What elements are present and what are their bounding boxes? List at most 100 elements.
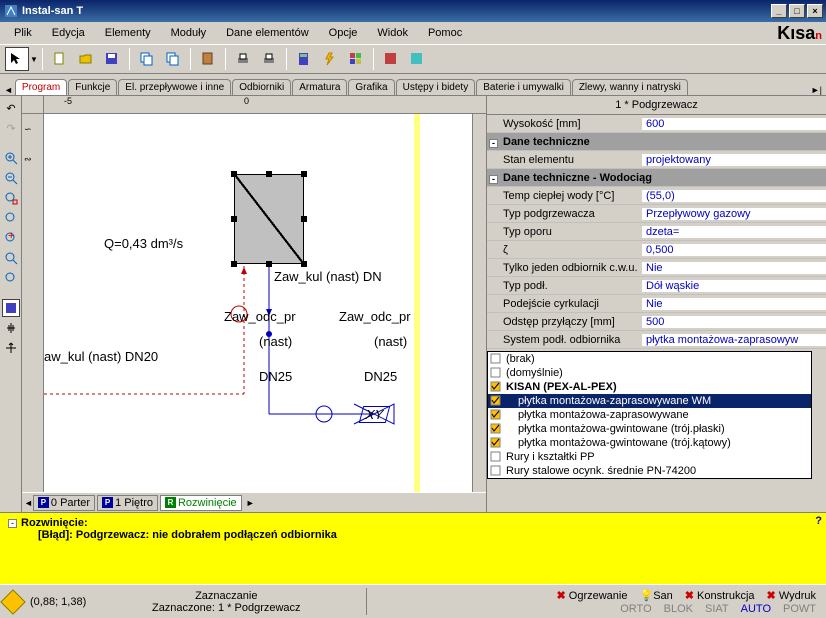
copy2-button[interactable] bbox=[161, 47, 185, 71]
tab-program[interactable]: Program bbox=[15, 79, 67, 95]
stab-wydruk[interactable]: ✖ Wydruk bbox=[762, 588, 821, 603]
mini-blok[interactable]: BLOK bbox=[664, 603, 693, 615]
flash-button[interactable] bbox=[318, 47, 342, 71]
tab-odbiorniki[interactable]: Odbiorniki bbox=[232, 79, 291, 95]
redo-button[interactable]: ↷ bbox=[2, 119, 20, 137]
stab-ogrzewanie[interactable]: ✖ Ogrzewanie bbox=[552, 588, 633, 603]
zoom-fit-button[interactable] bbox=[2, 209, 20, 227]
dropdown-item-2[interactable]: KISAN (PEX-AL-PEX) bbox=[488, 380, 811, 394]
prop-row-3[interactable]: -Dane techniczne - Wodociąg bbox=[487, 169, 826, 187]
dropdown-item-6[interactable]: płytka montażowa-gwintowane (trój.kątowy… bbox=[488, 436, 811, 450]
prop-row-11[interactable]: Odstęp przyłączy [mm]500 bbox=[487, 313, 826, 331]
open-button[interactable] bbox=[74, 47, 98, 71]
pointer-tool[interactable] bbox=[5, 47, 29, 71]
floor-tab-1[interactable]: P1 Piętro bbox=[97, 495, 158, 511]
copy-button[interactable] bbox=[135, 47, 159, 71]
selected-element[interactable] bbox=[234, 174, 304, 264]
dropdown-item-5[interactable]: płytka montażowa-gwintowane (trój.płaski… bbox=[488, 422, 811, 436]
grid-button[interactable] bbox=[344, 47, 368, 71]
tab-funkcje[interactable]: Funkcje bbox=[68, 79, 117, 95]
maximize-button[interactable]: □ bbox=[789, 4, 805, 18]
dropdown-item-1[interactable]: (domyślnie) bbox=[488, 366, 811, 380]
label-zaw-odc2: Zaw_odc_pr bbox=[339, 309, 411, 324]
help-icon[interactable]: ? bbox=[815, 515, 822, 527]
floor-tab-0[interactable]: P0 Parter bbox=[33, 495, 95, 511]
menu-moduly[interactable]: Moduły bbox=[161, 25, 216, 41]
prop-row-2[interactable]: Stan elementuprojektowany bbox=[487, 151, 826, 169]
stab-san[interactable]: 💡San bbox=[634, 588, 677, 603]
prop-row-5[interactable]: Typ podgrzewaczaPrzepływowy gazowy bbox=[487, 205, 826, 223]
stab-konstrukcja[interactable]: ✖ Konstrukcja bbox=[680, 588, 760, 603]
tool-a[interactable] bbox=[379, 47, 403, 71]
ruler-vertical: ∽ ∾ bbox=[22, 114, 44, 492]
prop-row-6[interactable]: Typ oporudzeta= bbox=[487, 223, 826, 241]
menu-bar: Plik Edycja Elementy Moduły Dane element… bbox=[0, 22, 826, 44]
print2-button[interactable] bbox=[257, 47, 281, 71]
zoom-in-button[interactable] bbox=[2, 149, 20, 167]
window-title: Instal-san T bbox=[22, 5, 769, 17]
floor-tab-2[interactable]: RRozwinięcie bbox=[160, 495, 242, 511]
menu-opcje[interactable]: Opcje bbox=[319, 25, 368, 41]
new-button[interactable] bbox=[48, 47, 72, 71]
calc-button[interactable] bbox=[292, 47, 316, 71]
mini-siat[interactable]: SIAT bbox=[705, 603, 729, 615]
move-button[interactable] bbox=[2, 339, 20, 357]
paste-button[interactable] bbox=[196, 47, 220, 71]
menu-pomoc[interactable]: Pomoc bbox=[418, 25, 472, 41]
layer-button[interactable] bbox=[2, 299, 20, 317]
prop-row-10[interactable]: Podejście cyrkulacjiNie bbox=[487, 295, 826, 313]
prop-row-12[interactable]: System podł. odbiornikapłytka montażowa-… bbox=[487, 331, 826, 349]
undo-button[interactable]: ↶ bbox=[2, 99, 20, 117]
floor-nav-left[interactable]: ◄ bbox=[24, 498, 33, 508]
mini-orto[interactable]: ORTO bbox=[620, 603, 651, 615]
dropdown-item-3[interactable]: płytka montażowa-zaprasowywane WM bbox=[488, 394, 811, 408]
pan-button[interactable] bbox=[2, 319, 20, 337]
nav-right[interactable]: ►| bbox=[811, 85, 822, 95]
tab-ustepy[interactable]: Ustępy i bidety bbox=[396, 79, 476, 95]
prop-row-9[interactable]: Typ podł.Dół wąskie bbox=[487, 277, 826, 295]
mini-powt[interactable]: POWT bbox=[783, 603, 816, 615]
menu-widok[interactable]: Widok bbox=[367, 25, 418, 41]
tool-b[interactable] bbox=[405, 47, 429, 71]
menu-plik[interactable]: Plik bbox=[4, 25, 42, 41]
menu-elementy[interactable]: Elementy bbox=[95, 25, 161, 41]
dropdown-item-8[interactable]: Rury stalowe ocynk. średnie PN-74200 bbox=[488, 464, 811, 478]
dropdown-item-7[interactable]: Rury i kształtki PP bbox=[488, 450, 811, 464]
prop-row-1[interactable]: -Dane techniczne bbox=[487, 133, 826, 151]
tab-armatura[interactable]: Armatura bbox=[292, 79, 347, 95]
canvas-scrollbar[interactable] bbox=[472, 114, 486, 492]
label-dn25a: DN25 bbox=[259, 369, 292, 384]
zoom-out-button[interactable] bbox=[2, 169, 20, 187]
save-button[interactable] bbox=[100, 47, 124, 71]
prop-row-7[interactable]: ζ0,500 bbox=[487, 241, 826, 259]
drawing-canvas[interactable]: Q=0,43 dm³/s Zaw_kul (nast) DN Zaw_odc_p… bbox=[44, 114, 472, 492]
tab-grafika[interactable]: Grafika bbox=[348, 79, 394, 95]
mini-auto[interactable]: AUTO bbox=[741, 603, 771, 615]
zoom-prev-button[interactable] bbox=[2, 249, 20, 267]
zoom-all-button[interactable]: + bbox=[2, 229, 20, 247]
menu-dane[interactable]: Dane elementów bbox=[216, 25, 319, 41]
zoom-rect-button[interactable] bbox=[2, 189, 20, 207]
print-button[interactable] bbox=[231, 47, 255, 71]
msg-title: Rozwinięcie: bbox=[21, 517, 88, 529]
dropdown-item-0[interactable]: (brak) bbox=[488, 352, 811, 366]
prop-row-4[interactable]: Temp ciepłej wody [°C](55,0) bbox=[487, 187, 826, 205]
label-nast2: (nast) bbox=[374, 334, 407, 349]
nav-left[interactable]: ◄ bbox=[4, 85, 13, 95]
menu-edycja[interactable]: Edycja bbox=[42, 25, 95, 41]
status-coords: (0,88; 1,38) bbox=[30, 596, 86, 608]
tab-baterie[interactable]: Baterie i umywalki bbox=[476, 79, 571, 95]
floor-nav-right[interactable]: ► bbox=[246, 498, 255, 508]
prop-row-8[interactable]: Tylko jeden odbiornik c.w.u.Nie bbox=[487, 259, 826, 277]
minimize-button[interactable]: _ bbox=[771, 4, 787, 18]
dropdown-item-4[interactable]: płytka montażowa-zaprasowywane bbox=[488, 408, 811, 422]
zoom-next-button[interactable] bbox=[2, 269, 20, 287]
close-button[interactable]: × bbox=[807, 4, 823, 18]
tab-przeplywowe[interactable]: El. przepływowe i inne bbox=[118, 79, 231, 95]
q-label: Q=0,43 dm³/s bbox=[104, 236, 183, 251]
main-toolbar: ▼ bbox=[0, 44, 826, 74]
tab-zlewy[interactable]: Zlewy, wanny i natryski bbox=[572, 79, 688, 95]
msg-error: [Błąd]: Podgrzewacz: nie dobrałem podłąc… bbox=[38, 529, 337, 541]
prop-row-0[interactable]: Wysokość [mm]600 bbox=[487, 115, 826, 133]
properties-list[interactable]: Wysokość [mm]600-Dane techniczneStan ele… bbox=[487, 115, 826, 512]
